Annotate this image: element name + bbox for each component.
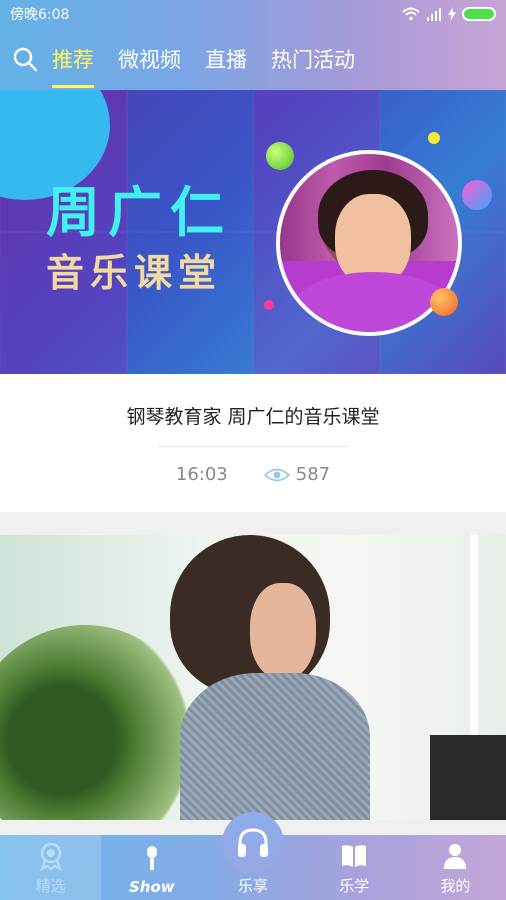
tab-label-learn: 乐学 <box>339 877 370 895</box>
view-count-value: 587 <box>295 464 331 485</box>
charging-icon <box>448 7 456 21</box>
tab-label-mine: 我的 <box>440 877 471 895</box>
tab-hot-events[interactable]: 热门活动 <box>271 28 355 90</box>
battery-icon <box>462 7 496 21</box>
gradient-dot <box>462 180 492 210</box>
tab-micro-video[interactable]: 微视频 <box>118 28 181 90</box>
banner-subtitle: 音乐课堂 <box>46 251 223 295</box>
orange-dot <box>430 288 458 316</box>
status-bar: 傍晚6:08 <box>0 0 506 28</box>
banner-title: 周广仁 <box>46 181 232 244</box>
tab-learn[interactable]: 乐学 <box>304 835 405 900</box>
video-thumbnail[interactable] <box>0 535 506 820</box>
eye-icon <box>263 468 290 481</box>
top-nav: 推荐 微视频 直播 热门活动 <box>0 28 506 90</box>
tab-label-featured: 精选 <box>35 877 66 895</box>
yellow-dot <box>428 132 440 144</box>
tab-mine[interactable]: 我的 <box>405 835 506 900</box>
video-card[interactable]: 钢琴教育家 周广仁的音乐课堂 16:03 587 <box>0 374 506 512</box>
tab-recommend[interactable]: 推荐 <box>52 28 94 90</box>
search-icon[interactable] <box>10 44 40 74</box>
microphone-icon <box>137 844 167 874</box>
headphones-icon[interactable] <box>222 812 284 874</box>
green-dot <box>266 142 294 170</box>
piano-image <box>430 735 506 820</box>
book-icon <box>339 841 369 871</box>
app-header: 傍晚6:08 推荐 微视频 直播 热门活动 <box>0 0 506 90</box>
video-meta: 16:03 587 <box>0 464 506 485</box>
video-title: 钢琴教育家 周广仁的音乐课堂 <box>126 406 380 428</box>
divider <box>158 446 348 447</box>
user-icon <box>440 841 470 871</box>
view-count: 587 <box>263 464 331 485</box>
tab-featured[interactable]: 精选 <box>0 835 102 900</box>
signal-icon <box>427 8 441 21</box>
video-duration: 16:03 <box>175 464 228 485</box>
tab-label-show: Show <box>128 878 175 896</box>
featured-banner[interactable]: 周广仁 音乐课堂 <box>0 90 506 374</box>
tab-show[interactable]: Show <box>101 835 202 900</box>
tab-live[interactable]: 直播 <box>205 28 247 90</box>
pink-dot <box>264 300 274 310</box>
plant-image <box>0 625 200 820</box>
wifi-icon <box>402 7 420 21</box>
tab-label-enjoy: 乐享 <box>238 877 269 895</box>
status-icons <box>402 7 496 21</box>
medal-icon <box>36 841 66 871</box>
status-time: 傍晚6:08 <box>10 7 70 23</box>
